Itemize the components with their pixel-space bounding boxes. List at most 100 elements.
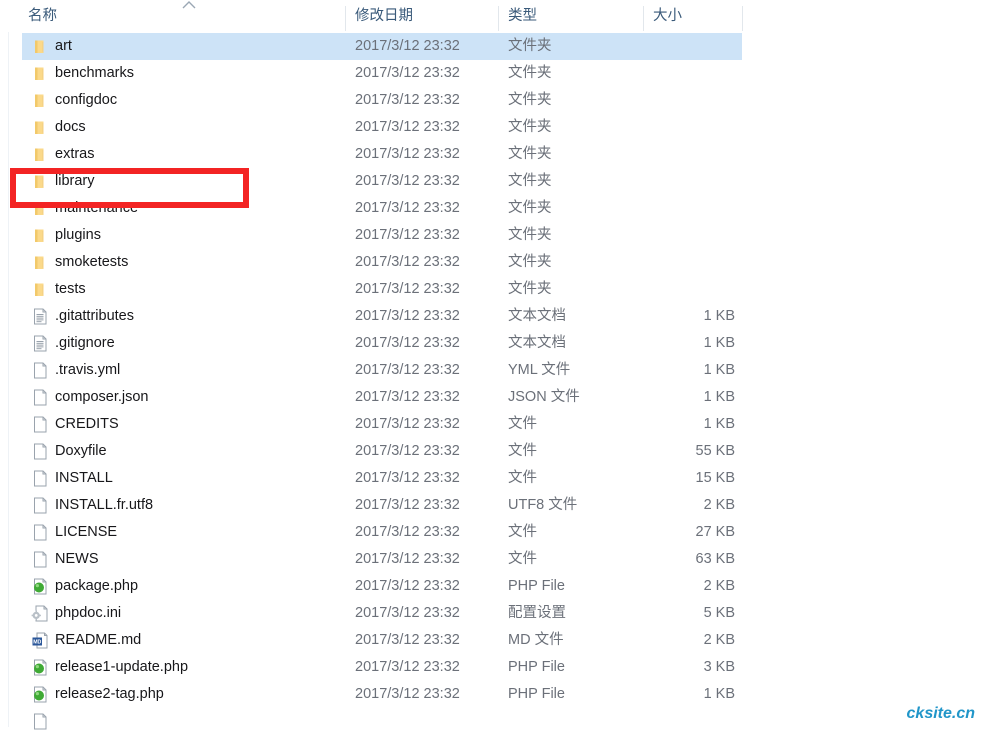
- file-list-row[interactable]: .travis.yml 2017/3/12 23:32 YML 文件 1 KB: [0, 357, 983, 384]
- cell-file-name: composer.json: [55, 389, 149, 405]
- cell-file-name: release1-update.php: [55, 659, 189, 675]
- column-header-size[interactable]: 大小: [653, 0, 733, 32]
- cell-file-type: JSON 文件: [508, 389, 580, 405]
- folder-icon: [31, 253, 50, 272]
- cell-file-size: 2 KB: [703, 497, 735, 513]
- cell-file-type: PHP File: [508, 686, 565, 702]
- cell-file-size: 15 KB: [695, 470, 736, 486]
- cell-date-modified: 2017/3/12 23:32: [355, 92, 460, 108]
- cell-file-type: [508, 708, 638, 735]
- file-list-row[interactable]: NEWS 2017/3/12 23:32 文件 63 KB: [0, 546, 983, 573]
- cell-file-name: README.md: [55, 632, 142, 648]
- cell-file-type: MD 文件: [508, 632, 564, 648]
- cell-file-type: 文件: [508, 470, 537, 486]
- blank-file-icon: [31, 469, 50, 488]
- cell-date-modified: 2017/3/12 23:32: [355, 605, 460, 621]
- cell-file-size: [640, 222, 735, 249]
- file-list-row[interactable]: library 2017/3/12 23:32 文件夹: [0, 168, 983, 195]
- folder-icon: [31, 91, 50, 110]
- file-list-row[interactable]: release1-update.php 2017/3/12 23:32 PHP Fi…: [0, 654, 983, 681]
- cell-file-size: [640, 195, 735, 222]
- file-list-row[interactable]: art 2017/3/12 23:32 文件夹: [0, 33, 983, 60]
- file-list[interactable]: art 2017/3/12 23:32 文件夹 benchmarks 2017/3/12…: [0, 33, 983, 730]
- cell-file-name: docs: [55, 119, 86, 135]
- cell-file-name: .gitattributes: [55, 308, 134, 324]
- folder-icon: [31, 37, 50, 56]
- file-list-row[interactable]: .gitignore 2017/3/12 23:32 文本文档 1 KB: [0, 330, 983, 357]
- file-list-row[interactable]: Doxyfile 2017/3/12 23:32 文件 55 KB: [0, 438, 983, 465]
- column-divider-4[interactable]: [742, 6, 743, 31]
- php-file-icon: [31, 685, 50, 704]
- cell-date-modified: 2017/3/12 23:32: [355, 335, 460, 351]
- cell-file-size: 1 KB: [703, 389, 735, 405]
- column-header-type[interactable]: 类型: [508, 0, 633, 32]
- cell-file-size: [640, 87, 735, 114]
- cell-date-modified: 2017/3/12 23:32: [355, 524, 460, 540]
- file-list-row[interactable]: CREDITS 2017/3/12 23:32 文件 1 KB: [0, 411, 983, 438]
- file-list-row[interactable]: plugins 2017/3/12 23:32 文件夹: [0, 222, 983, 249]
- file-list-row[interactable]: extras 2017/3/12 23:32 文件夹: [0, 141, 983, 168]
- file-list-row[interactable]: docs 2017/3/12 23:32 文件夹: [0, 114, 983, 141]
- file-list-row[interactable]: INSTALL 2017/3/12 23:32 文件 15 KB: [0, 465, 983, 492]
- column-header-name[interactable]: 名称: [28, 0, 328, 32]
- file-list-row[interactable]: phpdoc.ini 2017/3/12 23:32 配置设置 5 KB: [0, 600, 983, 627]
- blank-file-icon: [31, 712, 50, 731]
- file-list-row[interactable]: package.php 2017/3/12 23:32 PHP File 2 KB: [0, 573, 983, 600]
- cell-date-modified: 2017/3/12 23:32: [355, 146, 460, 162]
- cell-date-modified: 2017/3/12 23:32: [355, 254, 460, 270]
- column-divider-1[interactable]: [345, 6, 346, 31]
- blank-file-icon: [31, 496, 50, 515]
- cell-file-size: [640, 141, 735, 168]
- cell-file-name: .travis.yml: [55, 362, 121, 378]
- file-list-row[interactable]: maintenance 2017/3/12 23:32 文件夹: [0, 195, 983, 222]
- file-list-row[interactable]: .gitattributes 2017/3/12 23:32 文本文档 1 KB: [0, 303, 983, 330]
- file-list-row[interactable]: tests 2017/3/12 23:32 文件夹: [0, 276, 983, 303]
- file-list-row[interactable]: composer.json 2017/3/12 23:32 JSON 文件 1 KB: [0, 384, 983, 411]
- cell-date-modified: 2017/3/12 23:32: [355, 578, 460, 594]
- folder-icon: [31, 118, 50, 137]
- cell-date-modified: 2017/3/12 23:32: [355, 308, 460, 324]
- file-list-row[interactable]: [0, 708, 983, 735]
- file-list-row[interactable]: release2-tag.php 2017/3/12 23:32 PHP File 1…: [0, 681, 983, 708]
- cell-file-type: 文件夹: [508, 38, 552, 54]
- file-list-row[interactable]: smoketests 2017/3/12 23:32 文件夹: [0, 249, 983, 276]
- cell-file-size: [640, 114, 735, 141]
- cell-file-type: 文件夹: [508, 92, 552, 108]
- cell-file-type: UTF8 文件: [508, 497, 578, 513]
- cell-file-size: 55 KB: [695, 443, 736, 459]
- cell-date-modified: 2017/3/12 23:32: [355, 119, 460, 135]
- cell-file-type: 配置设置: [508, 605, 566, 621]
- file-list-row[interactable]: benchmarks 2017/3/12 23:32 文件夹: [0, 60, 983, 87]
- cell-file-type: 文件夹: [508, 254, 552, 270]
- cell-date-modified: 2017/3/12 23:32: [355, 65, 460, 81]
- cell-file-name: art: [55, 38, 72, 54]
- svg-text:MD: MD: [33, 639, 41, 645]
- column-header-bar: 名称 修改日期 类型 大小: [0, 0, 983, 32]
- file-list-row[interactable]: LICENSE 2017/3/12 23:32 文件 27 KB: [0, 519, 983, 546]
- folder-icon: [31, 226, 50, 245]
- cell-date-modified: 2017/3/12 23:32: [355, 632, 460, 648]
- file-list-row[interactable]: MD README.md 2017/3/12 23:32 MD 文件 2 KB: [0, 627, 983, 654]
- cell-file-size: 1 KB: [703, 686, 735, 702]
- cell-file-type: 文件夹: [508, 65, 552, 81]
- config-file-icon: [31, 604, 50, 623]
- column-divider-2[interactable]: [498, 6, 499, 31]
- folder-icon: [31, 172, 50, 191]
- cell-date-modified: 2017/3/12 23:32: [355, 659, 460, 675]
- file-list-row[interactable]: configdoc 2017/3/12 23:32 文件夹: [0, 87, 983, 114]
- cell-file-name: smoketests: [55, 254, 129, 270]
- cell-date-modified: 2017/3/12 23:32: [355, 281, 460, 297]
- cell-file-type: 文件夹: [508, 227, 552, 243]
- cell-date-modified: 2017/3/12 23:32: [355, 389, 460, 405]
- cell-file-name: benchmarks: [55, 65, 134, 81]
- column-divider-3[interactable]: [643, 6, 644, 31]
- column-header-date-modified[interactable]: 修改日期: [355, 0, 490, 32]
- cell-date-modified: 2017/3/12 23:32: [355, 551, 460, 567]
- file-list-row[interactable]: INSTALL.fr.utf8 2017/3/12 23:32 UTF8 文件 2 K…: [0, 492, 983, 519]
- blank-file-icon: [31, 415, 50, 434]
- blank-file-icon: [31, 442, 50, 461]
- cell-file-size: [640, 168, 735, 195]
- cell-file-size: 27 KB: [695, 524, 736, 540]
- cell-file-size: 1 KB: [703, 308, 735, 324]
- blank-file-icon: [31, 388, 50, 407]
